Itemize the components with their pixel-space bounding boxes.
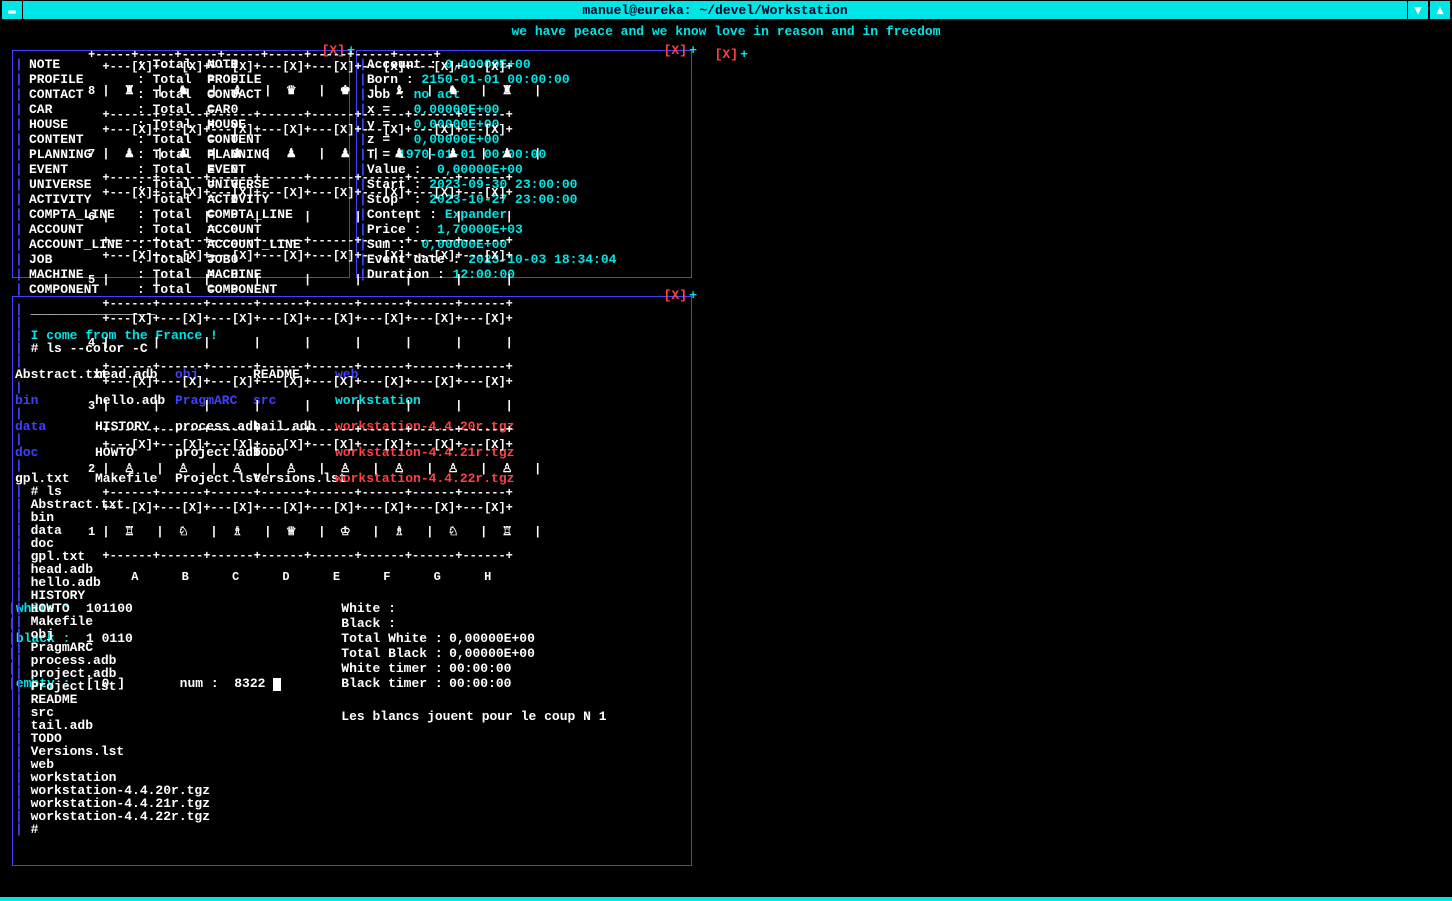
chess-rank[interactable]: +---[X]+---[X]+---[X]+---[X]+---[X]+---[…: [88, 250, 744, 313]
window-titlebar: ▬ manuel@eureka: ~/devel/Workstation ▾ ▴: [0, 0, 1452, 20]
workspace: [X] + | NOTE: Total = 0 NOTE| PROFILE: T…: [0, 47, 1452, 901]
terminal-line: | obj: [15, 628, 689, 641]
window-max-button[interactable]: ▴: [1429, 1, 1451, 19]
terminal-line: | #: [15, 823, 689, 836]
terminal-line: | workstation-4.4.22r.tgz: [15, 810, 689, 823]
chess-rank[interactable]: +---[X]+---[X]+---[X]+---[X]+---[X]+---[…: [88, 313, 744, 376]
terminal-line: | Versions.lst: [15, 745, 689, 758]
terminal-line: | HOWTO: [15, 602, 689, 615]
terminal-line: | Makefile: [15, 615, 689, 628]
chess-files: A B C D E F G H: [88, 571, 744, 583]
chess-rank[interactable]: +---[X]+---[X]+---[X]+---[X]+---[X]+---[…: [88, 61, 744, 124]
terminal-line: | HISTORY: [15, 589, 689, 602]
chess-rank[interactable]: +---[X]+---[X]+---[X]+---[X]+---[X]+---[…: [88, 376, 744, 439]
expand-icon[interactable]: +: [740, 47, 748, 62]
window-menu-button[interactable]: ▬: [1, 1, 23, 19]
chess-rank[interactable]: +---[X]+---[X]+---[X]+---[X]+---[X]+---[…: [88, 502, 744, 565]
chess-board[interactable]: +-----+-----+-----+-----+-----+-----+---…: [88, 49, 744, 583]
terminal-line: | README: [15, 693, 689, 706]
tagline: we have peace and we know love in reason…: [0, 20, 1452, 47]
window-min-button[interactable]: ▾: [1407, 1, 1429, 19]
chess-rank[interactable]: +---[X]+---[X]+---[X]+---[X]+---[X]+---[…: [88, 124, 744, 187]
chess-rank[interactable]: +---[X]+---[X]+---[X]+---[X]+---[X]+---[…: [88, 187, 744, 250]
chess-rank[interactable]: +---[X]+---[X]+---[X]+---[X]+---[X]+---[…: [88, 439, 744, 502]
terminal-line: | tail.adb: [15, 719, 689, 732]
window-title: manuel@eureka: ~/devel/Workstation: [23, 1, 1407, 19]
terminal-line: | src: [15, 706, 689, 719]
terminal-line: | Project.lst: [15, 680, 689, 693]
close-icon[interactable]: [X]: [715, 47, 738, 62]
bottom-bar: [0, 897, 1452, 901]
